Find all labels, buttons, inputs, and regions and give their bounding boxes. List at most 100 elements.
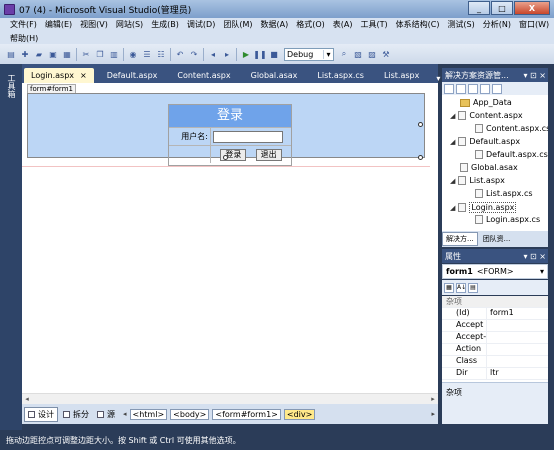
- menu-format[interactable]: 格式(O): [292, 18, 329, 32]
- property-pages-icon[interactable]: ▤: [468, 282, 478, 293]
- add-item-icon[interactable]: ✚: [19, 48, 31, 60]
- tag-nav-left-icon[interactable]: ◂: [123, 410, 127, 418]
- tree-item-default-aspx-cs[interactable]: Default.aspx.cs: [475, 150, 548, 159]
- source-view-tab[interactable]: 源: [94, 408, 118, 421]
- property-row[interactable]: (Id) form1: [442, 308, 548, 320]
- property-row[interactable]: Accept-C: [442, 332, 548, 344]
- new-project-icon[interactable]: ▤: [5, 48, 17, 60]
- view-code-icon[interactable]: [480, 83, 490, 94]
- tree-item-content-aspx[interactable]: ◢ Content.aspx: [450, 111, 523, 120]
- find-icon[interactable]: ◉: [127, 48, 139, 60]
- paste-icon[interactable]: ▥: [108, 48, 120, 60]
- panel-buttons[interactable]: ▾ ⊡ ×: [523, 71, 548, 80]
- resize-handle[interactable]: [418, 122, 423, 127]
- menu-debug[interactable]: 调试(D): [183, 18, 219, 32]
- form-container[interactable]: 登录 用户名: 登录 退出: [27, 93, 425, 166]
- panel-buttons[interactable]: ▾ ⊡ ×: [523, 252, 548, 261]
- tab-dropdown-icon[interactable]: ▾: [436, 74, 440, 83]
- resize-handle[interactable]: [223, 155, 228, 160]
- comment-icon[interactable]: ☰: [141, 48, 153, 60]
- scroll-left-icon[interactable]: ◂: [22, 395, 32, 403]
- solution-explorer-icon[interactable]: ▧: [352, 48, 364, 60]
- collapse-icon[interactable]: ◢: [450, 112, 455, 120]
- tree-item-default-aspx[interactable]: ◢ Default.aspx: [450, 137, 520, 146]
- horizontal-scrollbar[interactable]: ◂ ▸: [22, 393, 438, 404]
- close-button[interactable]: X: [514, 1, 550, 15]
- design-surface[interactable]: form#form1 登录 用户名: 登录 退出: [22, 83, 438, 404]
- tab-list-aspx-cs[interactable]: List.aspx.cs: [310, 68, 371, 83]
- tab-team-explorer[interactable]: 团队资...: [480, 233, 514, 245]
- menu-test[interactable]: 测试(S): [443, 18, 478, 32]
- split-view-tab[interactable]: 拆分: [60, 408, 92, 421]
- tab-content-aspx[interactable]: Content.aspx: [170, 68, 237, 83]
- break-icon[interactable]: ❚❚: [253, 48, 266, 60]
- tab-login-aspx[interactable]: Login.aspx ×: [24, 68, 94, 83]
- tag-nav-right-icon[interactable]: ▸: [431, 410, 435, 418]
- resize-handle[interactable]: [418, 155, 423, 160]
- tree-item-app-data[interactable]: App_Data: [460, 98, 512, 107]
- tree-item-content-aspx-cs[interactable]: Content.aspx.cs: [475, 124, 548, 133]
- open-file-icon[interactable]: ▰: [33, 48, 45, 60]
- menu-build[interactable]: 生成(B): [147, 18, 183, 32]
- toolbox-icon[interactable]: ⚒: [380, 48, 392, 60]
- tab-solution-explorer[interactable]: 解决方...: [442, 232, 478, 246]
- tab-global-asax[interactable]: Global.asax: [244, 68, 305, 83]
- navigate-forward-icon[interactable]: ▸: [221, 48, 233, 60]
- maximize-button[interactable]: □: [491, 1, 513, 15]
- menu-tools[interactable]: 工具(T): [356, 18, 391, 32]
- collapse-icon[interactable]: ◢: [450, 177, 455, 185]
- alphabetical-icon[interactable]: A↓: [456, 282, 466, 293]
- properties-icon[interactable]: ▨: [366, 48, 378, 60]
- property-value[interactable]: [486, 332, 548, 343]
- refresh-icon[interactable]: [468, 83, 478, 94]
- menu-table[interactable]: 表(A): [329, 18, 357, 32]
- minimize-button[interactable]: _: [468, 1, 490, 15]
- logout-button[interactable]: 退出: [255, 148, 282, 161]
- cut-icon[interactable]: ✂: [80, 48, 92, 60]
- categorized-icon[interactable]: ▦: [444, 282, 454, 293]
- menu-website[interactable]: 网站(S): [112, 18, 147, 32]
- property-value[interactable]: [486, 344, 548, 355]
- navigate-back-icon[interactable]: ◂: [207, 48, 219, 60]
- property-row[interactable]: Dir ltr: [442, 368, 548, 380]
- property-value[interactable]: ltr: [486, 368, 548, 379]
- collapse-icon[interactable]: ◢: [450, 138, 455, 146]
- properties-icon[interactable]: [444, 83, 454, 94]
- stop-icon[interactable]: ■: [268, 48, 280, 60]
- tree-item-login-aspx[interactable]: ◢ Login.aspx: [450, 202, 517, 213]
- menu-team[interactable]: 团队(M): [219, 18, 256, 32]
- collapse-icon[interactable]: ◢: [450, 204, 455, 212]
- property-value[interactable]: [486, 320, 548, 331]
- view-designer-icon[interactable]: [492, 83, 502, 94]
- design-view-tab[interactable]: 设计: [24, 406, 58, 422]
- property-category[interactable]: 杂项: [442, 296, 548, 308]
- property-row[interactable]: Accept: [442, 320, 548, 332]
- property-row[interactable]: Class: [442, 356, 548, 368]
- properties-object-selector[interactable]: form1 <FORM> ▾: [442, 264, 548, 279]
- menu-file[interactable]: 文件(F): [6, 18, 41, 32]
- tree-item-global-asax[interactable]: Global.asax: [460, 163, 518, 172]
- show-all-files-icon[interactable]: [456, 83, 466, 94]
- property-row[interactable]: Action: [442, 344, 548, 356]
- login-table[interactable]: 登录 用户名: 登录 退出: [168, 104, 292, 166]
- save-icon[interactable]: ▣: [47, 48, 59, 60]
- solution-configuration-dropdown[interactable]: Debug ▾: [284, 47, 334, 61]
- breadcrumb-div[interactable]: <div>: [283, 408, 316, 420]
- toolbox-side-tab[interactable]: 工具箱: [0, 64, 22, 430]
- undo-icon[interactable]: ↶: [174, 48, 186, 60]
- breadcrumb-form[interactable]: <form#form1>: [212, 408, 281, 420]
- scroll-right-icon[interactable]: ▸: [428, 395, 438, 403]
- copy-icon[interactable]: ❐: [94, 48, 106, 60]
- username-textbox[interactable]: [213, 130, 283, 143]
- tab-list-aspx[interactable]: List.aspx: [377, 68, 426, 83]
- breadcrumb-html[interactable]: <html>: [129, 408, 168, 420]
- tab-default-aspx[interactable]: Default.aspx: [100, 68, 165, 83]
- menu-architecture[interactable]: 体系结构(C): [392, 18, 444, 32]
- redo-icon[interactable]: ↷: [188, 48, 200, 60]
- find-in-files-icon[interactable]: ⌕: [338, 48, 350, 60]
- menu-edit[interactable]: 编辑(E): [41, 18, 76, 32]
- property-value[interactable]: form1: [486, 308, 548, 319]
- property-value[interactable]: [486, 356, 548, 367]
- start-debugging-icon[interactable]: ▶: [240, 48, 252, 60]
- menu-analyze[interactable]: 分析(N): [479, 18, 515, 32]
